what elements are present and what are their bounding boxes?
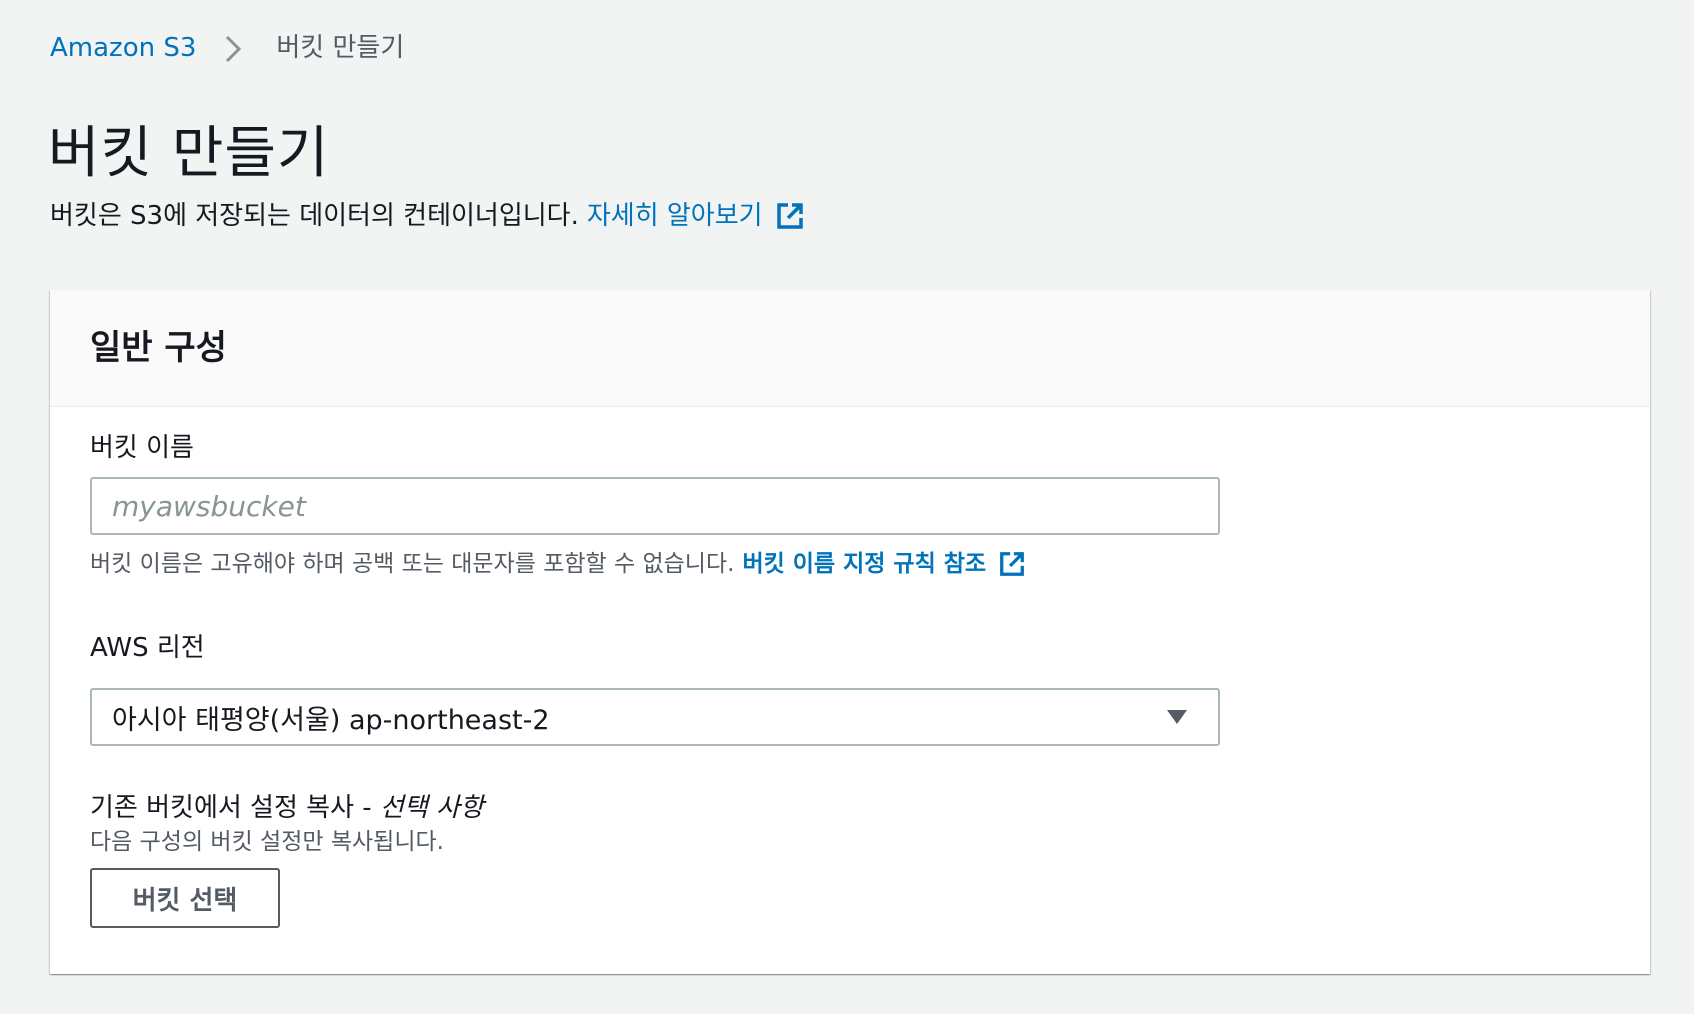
- general-config-panel: 일반 구성 버킷 이름 버킷 이름은 고유해야 하며 공백 또는 대문자를 포함…: [50, 290, 1650, 974]
- optional-tag: 선택 사항: [379, 793, 484, 823]
- page-title: 버킷 만들기: [48, 121, 330, 186]
- learn-more-label: 자세히 알아보기: [586, 201, 763, 231]
- breadcrumb-current: 버킷 만들기: [276, 33, 405, 63]
- naming-rules-label: 버킷 이름 지정 규칙 참조: [742, 551, 987, 577]
- learn-more-link[interactable]: 자세히 알아보기: [587, 196, 805, 236]
- choose-bucket-button[interactable]: 버킷 선택: [90, 868, 280, 928]
- external-link-icon: [1000, 552, 1024, 576]
- page-description: 버킷은 S3에 저장되는 데이터의 컨테이너입니다. 자세히 알아보기: [50, 196, 805, 236]
- bucket-name-hint: 버킷 이름은 고유해야 하며 공백 또는 대문자를 포함할 수 없습니다. 버킷…: [90, 547, 1026, 581]
- naming-rules-link[interactable]: 버킷 이름 지정 규칙 참조: [742, 547, 1026, 581]
- panel-header: 일반 구성: [50, 290, 1650, 407]
- region-select[interactable]: 아시아 태평양(서울) ap-northeast-2: [90, 688, 1220, 746]
- region-selected-value: 아시아 태평양(서울) ap-northeast-2: [112, 704, 550, 736]
- breadcrumb: Amazon S3 버킷 만들기: [50, 28, 404, 68]
- panel-title: 일반 구성: [90, 328, 227, 368]
- copy-settings-description: 다음 구성의 버킷 설정만 복사됩니다.: [90, 829, 444, 855]
- caret-down-icon: [1167, 710, 1187, 724]
- external-link-icon: [776, 203, 803, 229]
- bucket-name-hint-text: 버킷 이름은 고유해야 하며 공백 또는 대문자를 포함할 수 없습니다.: [90, 551, 735, 577]
- page-description-text: 버킷은 S3에 저장되는 데이터의 컨테이너입니다.: [50, 201, 579, 231]
- chevron-right-icon: [218, 28, 252, 68]
- copy-settings-label-text: 기존 버킷에서 설정 복사 -: [90, 793, 380, 823]
- region-label: AWS 리전: [90, 633, 205, 663]
- bucket-name-label: 버킷 이름: [90, 433, 194, 463]
- bucket-name-input[interactable]: [90, 477, 1220, 535]
- copy-settings-label: 기존 버킷에서 설정 복사 - 선택 사항: [90, 790, 484, 826]
- breadcrumb-amazon-s3-link[interactable]: Amazon S3: [50, 28, 196, 68]
